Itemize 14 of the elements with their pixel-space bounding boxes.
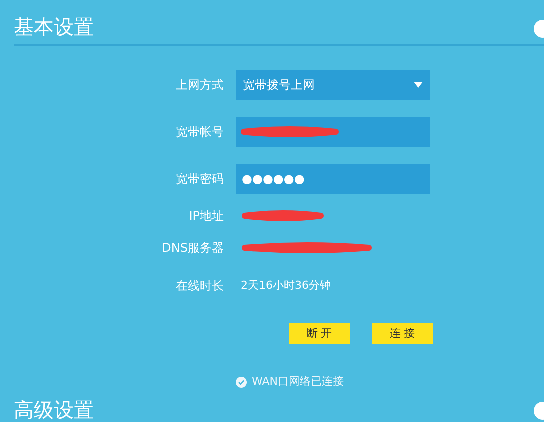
field-label: 宽带密码 (176, 171, 224, 188)
account-field[interactable] (236, 117, 430, 147)
info-value: 2天16小时36分钟 (241, 278, 331, 294)
info-label: IP地址 (189, 208, 224, 225)
field-label: 宽带帐号 (176, 124, 224, 141)
disconnect-button[interactable]: 断 开 (289, 323, 350, 344)
caret-icon (414, 82, 423, 88)
section-title: 基本设置 (14, 17, 94, 37)
info-label: 在线时长 (176, 278, 224, 295)
section-title: 高级设置 (14, 400, 94, 420)
connect-button[interactable]: 连 接 (372, 323, 433, 344)
status-text: WAN口网络已连接 (252, 374, 344, 390)
info-label: DNS服务器 (162, 240, 224, 257)
field-label: 上网方式 (176, 77, 224, 94)
